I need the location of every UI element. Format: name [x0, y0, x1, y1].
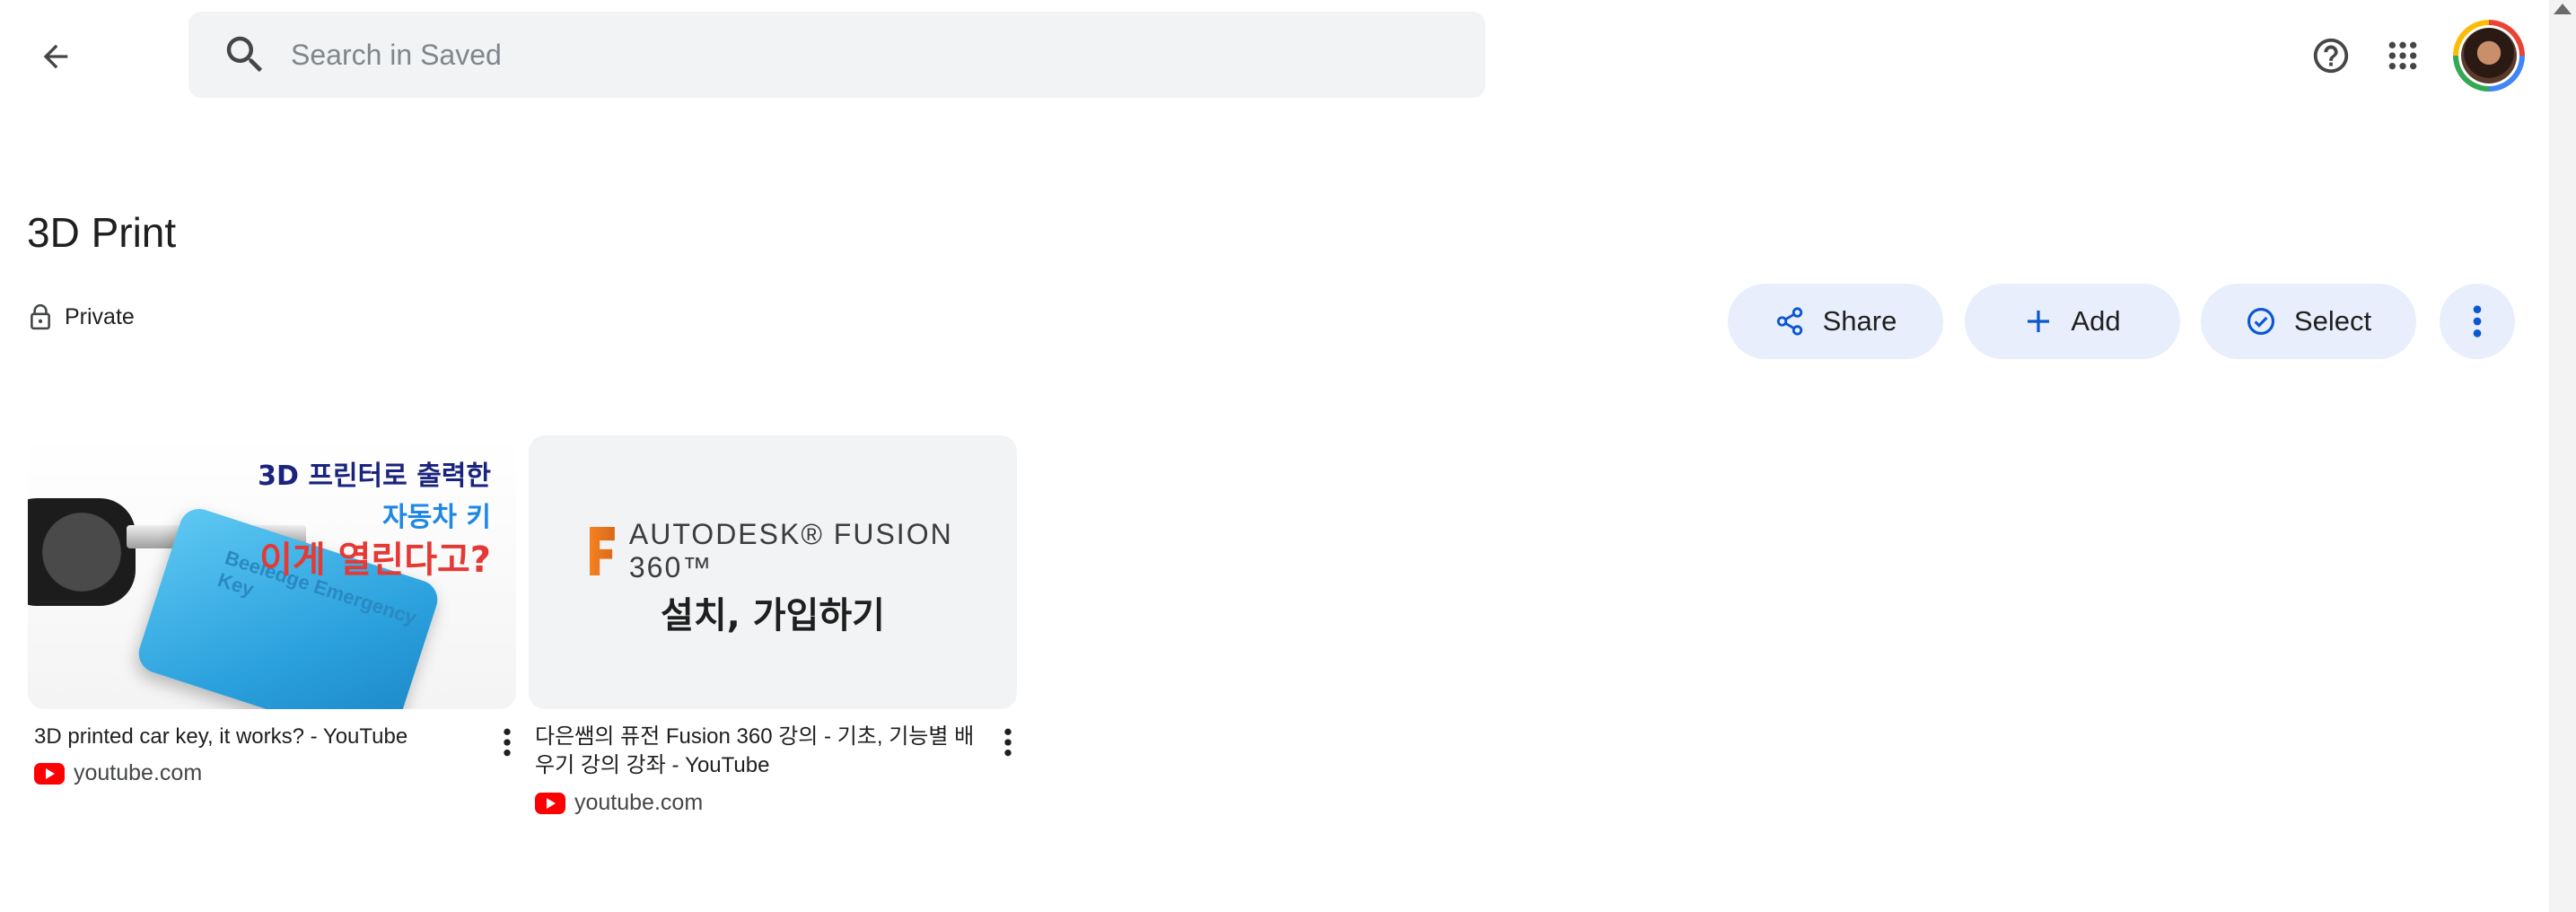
- search-input[interactable]: [289, 37, 1370, 73]
- search-icon[interactable]: [221, 31, 269, 79]
- thumbnail-headline-3: 이게 열린다고?: [259, 539, 491, 581]
- saved-item-card[interactable]: Beeledge Emergency Key 3D 프린터로 출력한 자동차 키…: [28, 435, 516, 785]
- thumbnail-subtitle: 설치, 가입하기: [661, 595, 885, 636]
- fusion-logo-icon: [590, 527, 615, 575]
- avatar-photo: [2461, 28, 2517, 83]
- item-title[interactable]: 다은쌤의 퓨전 Fusion 360 강의 - 기초, 기능별 배우기 강의 강…: [535, 723, 984, 780]
- item-source: youtube.com: [34, 760, 202, 786]
- more-vert-icon: [2473, 305, 2482, 338]
- avatar-ring: [2458, 25, 2519, 86]
- item-more-icon[interactable]: [495, 724, 520, 760]
- thumbnail-headline-1: 3D 프린터로 출력한: [258, 460, 491, 492]
- select-label: Select: [2293, 305, 2372, 337]
- video-thumbnail[interactable]: AUTODESK® FUSION 360™ 설치, 가입하기: [529, 435, 1017, 709]
- source-domain: youtube.com: [574, 790, 704, 815]
- collection-title: 3D Print: [27, 209, 177, 256]
- more-options-button[interactable]: [2440, 284, 2515, 359]
- source-domain: youtube.com: [74, 760, 203, 785]
- youtube-icon: [34, 762, 65, 785]
- back-button[interactable]: [24, 25, 87, 88]
- add-button[interactable]: Add: [1965, 284, 2180, 359]
- share-label: Share: [1822, 305, 1897, 337]
- car-key-image: [28, 498, 136, 606]
- thumbnail-headline-2: 자동차 키: [382, 502, 491, 533]
- saved-item-card[interactable]: AUTODESK® FUSION 360™ 설치, 가입하기 다은쌤의 퓨전 F…: [529, 435, 1017, 815]
- video-thumbnail[interactable]: Beeledge Emergency Key 3D 프린터로 출력한 자동차 키…: [28, 435, 516, 709]
- fusion-brand: AUTODESK® FUSION 360™: [590, 518, 1017, 584]
- help-button[interactable]: [2302, 27, 2360, 84]
- privacy-label: Private: [65, 303, 135, 329]
- apps-button[interactable]: [2374, 27, 2431, 84]
- add-label: Add: [2071, 305, 2121, 337]
- plus-icon: [2028, 311, 2050, 332]
- check-circle-icon: [2247, 307, 2274, 336]
- scroll-up-arrow-icon[interactable]: [2554, 4, 2572, 14]
- item-more-icon[interactable]: [995, 724, 1021, 760]
- youtube-icon: [535, 792, 565, 814]
- item-title[interactable]: 3D printed car key, it works? - YouTube: [34, 723, 483, 751]
- select-button[interactable]: Select: [2201, 284, 2416, 359]
- account-avatar[interactable]: [2453, 20, 2525, 92]
- help-icon: [2313, 38, 2349, 74]
- scrollbar[interactable]: [2549, 0, 2576, 912]
- share-button[interactable]: Share: [1728, 284, 1943, 359]
- share-icon: [1776, 307, 1802, 336]
- lock-icon: [31, 303, 50, 330]
- search-bar[interactable]: [188, 12, 1485, 98]
- arrow-left-icon: [43, 44, 68, 69]
- apps-grid-icon: [2388, 41, 2417, 70]
- privacy-status: Private: [29, 303, 135, 330]
- brand-wordmark: AUTODESK® FUSION 360™: [628, 518, 953, 583]
- item-source: youtube.com: [535, 790, 703, 816]
